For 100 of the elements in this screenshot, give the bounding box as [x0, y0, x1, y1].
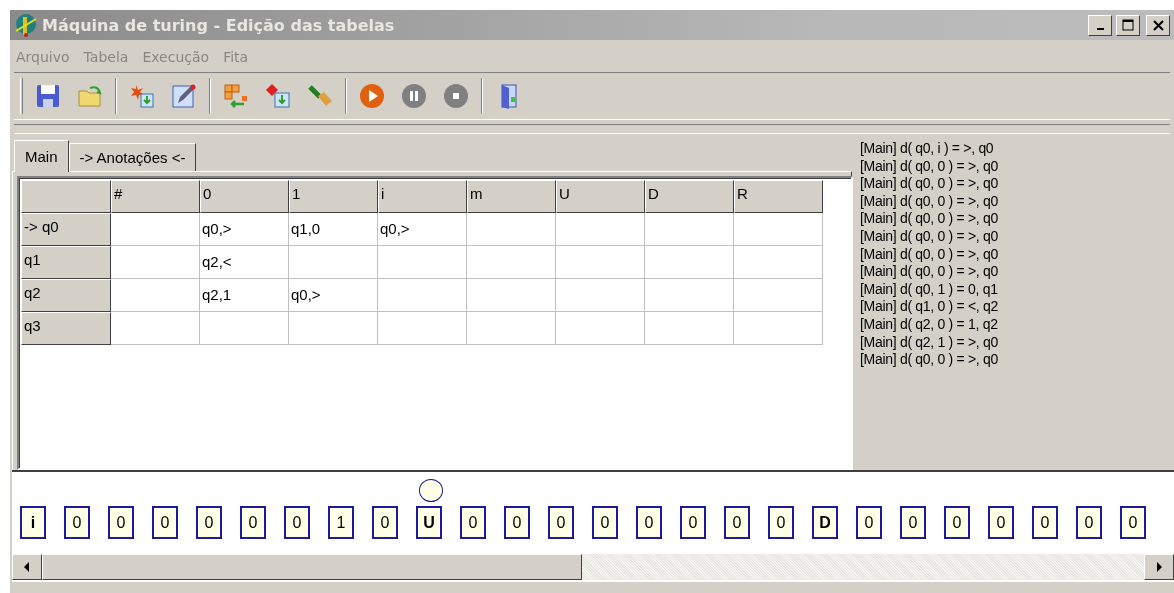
log-line: [Main] d( q0, 0 ) = >, q0 — [860, 157, 1000, 176]
tape-cell[interactable]: 0 — [636, 506, 662, 539]
table-cell[interactable] — [734, 312, 823, 345]
table-cell[interactable]: q0,> — [200, 213, 289, 246]
log-line: [Main] d( q0, 0 ) = >, q0 — [860, 175, 1000, 193]
table-cell[interactable] — [467, 213, 556, 246]
tape-cell[interactable]: 1 — [328, 506, 354, 539]
table-cell[interactable] — [289, 312, 378, 345]
scroll-right-button[interactable] — [1144, 554, 1174, 580]
log-line: [Main] d( q0, 0 ) = >, q0 — [860, 245, 1000, 264]
horizontal-scrollbar[interactable] — [12, 554, 1174, 582]
log-line: [Main] d( q0, 1 ) = 0, q1 — [860, 280, 999, 299]
right-arrow-icon — [1155, 562, 1163, 572]
tape-cell[interactable]: 0 — [988, 506, 1014, 539]
column-header: 1 — [289, 180, 378, 213]
column-header: R — [734, 180, 823, 213]
tape-cell[interactable]: 0 — [1032, 506, 1058, 539]
tape-cell[interactable]: 0 — [460, 506, 486, 539]
table-cell[interactable] — [734, 213, 823, 246]
tape-cell[interactable]: 0 — [108, 506, 134, 539]
table-cell[interactable] — [556, 312, 645, 345]
log-line: [Main] d( q0, 0 ) = >, q0 — [860, 263, 1000, 281]
table-cell[interactable] — [289, 246, 378, 279]
tape-cell[interactable]: 0 — [592, 506, 618, 539]
tape-cell[interactable]: 0 — [900, 506, 926, 539]
table-cell[interactable] — [556, 246, 645, 279]
tape-cell[interactable]: 0 — [240, 506, 266, 539]
tape-cell[interactable]: 0 — [504, 506, 530, 539]
log-line: [Main] d( q0, i ) = >, q0 — [860, 140, 995, 158]
tab[interactable]: Main — [14, 140, 69, 172]
column-header: m — [467, 180, 556, 213]
scroll-left-button[interactable] — [12, 554, 42, 580]
tape-cell[interactable]: 0 — [856, 506, 882, 539]
tape-cell[interactable]: 0 — [284, 506, 310, 539]
edit-icon — [170, 82, 198, 110]
table-cell[interactable] — [111, 312, 200, 345]
table-cell[interactable]: q2,< — [200, 246, 289, 279]
table-cell[interactable] — [200, 312, 289, 345]
table-cell[interactable] — [111, 213, 200, 246]
table-cell[interactable] — [467, 312, 556, 345]
column-header: D — [645, 180, 734, 213]
maximize-button[interactable] — [1116, 14, 1140, 36]
close-button[interactable] — [1146, 14, 1170, 36]
column-header: # — [111, 180, 200, 213]
table-cell[interactable] — [645, 246, 734, 279]
log-line: [Main] d( q0, 0 ) = >, q0 — [860, 227, 1000, 246]
table-cell[interactable] — [556, 279, 645, 312]
table-cell[interactable]: q1,0 — [289, 213, 378, 246]
row-header: -> q0 — [21, 213, 111, 246]
log-line: [Main] d( q0, 0 ) = >, q0 — [860, 351, 1000, 369]
table-cell[interactable] — [378, 279, 467, 312]
table-cell[interactable] — [645, 279, 734, 312]
log-line: [Main] d( q0, 0 ) = >, q0 — [860, 210, 1000, 228]
log-line: [Main] d( q0, 0 ) = >, q0 — [860, 192, 1000, 211]
tape-cell[interactable]: 0 — [680, 506, 706, 539]
close-icon — [1152, 19, 1164, 31]
table-cell[interactable]: q2,1 — [200, 279, 289, 312]
column-header: 0 — [200, 180, 289, 213]
table-cell[interactable] — [734, 246, 823, 279]
scroll-thumb[interactable] — [42, 554, 582, 580]
tape-cell[interactable]: 0 — [944, 506, 970, 539]
tape-cell[interactable]: 0 — [64, 506, 90, 539]
log-line: [Main] d( q2, 0 ) = 1, q2 — [860, 315, 999, 334]
table-cell[interactable] — [645, 213, 734, 246]
minimize-icon — [1096, 28, 1104, 30]
tape-cell[interactable]: 0 — [548, 506, 574, 539]
tape-cell[interactable]: 0 — [152, 506, 178, 539]
table-cell[interactable] — [467, 246, 556, 279]
play-icon — [358, 82, 386, 110]
table-cell[interactable]: q0,> — [289, 279, 378, 312]
table-cell[interactable] — [111, 279, 200, 312]
table-cell[interactable] — [467, 279, 556, 312]
table-cell[interactable]: q0,> — [378, 213, 467, 246]
row-header: q3 — [21, 312, 111, 345]
tape-cell[interactable]: 0 — [724, 506, 750, 539]
tape-cell[interactable]: 0 — [1076, 506, 1102, 539]
stop-icon — [442, 82, 470, 110]
tape-cell[interactable]: i — [20, 506, 46, 539]
row-header: q1 — [21, 246, 111, 279]
table-cell[interactable] — [378, 246, 467, 279]
tape-cell[interactable]: 0 — [1120, 506, 1146, 539]
tape-cell[interactable]: 0 — [768, 506, 794, 539]
table-cell[interactable] — [734, 279, 823, 312]
left-arrow-icon — [23, 562, 31, 572]
column-header: i — [378, 180, 467, 213]
log-line: [Main] d( q1, 0 ) = <, q2 — [860, 298, 1000, 316]
turing-logo-icon — [14, 13, 38, 37]
tape-cell[interactable]: 0 — [372, 506, 398, 539]
window-title: Máquina de turing - Edição das tabelas — [42, 15, 396, 35]
table-cell[interactable] — [645, 312, 734, 345]
table-cell[interactable] — [111, 246, 200, 279]
table-cell[interactable] — [378, 312, 467, 345]
diamond-page-icon — [264, 82, 292, 110]
table-cell[interactable] — [556, 213, 645, 246]
tape-cell[interactable]: D — [812, 506, 838, 539]
tape-cell[interactable]: 0 — [196, 506, 222, 539]
tab[interactable]: -> Anotações <- — [68, 143, 197, 171]
minimize-button[interactable] — [1088, 14, 1112, 36]
pause-icon — [400, 82, 428, 110]
row-header: q2 — [21, 279, 111, 312]
